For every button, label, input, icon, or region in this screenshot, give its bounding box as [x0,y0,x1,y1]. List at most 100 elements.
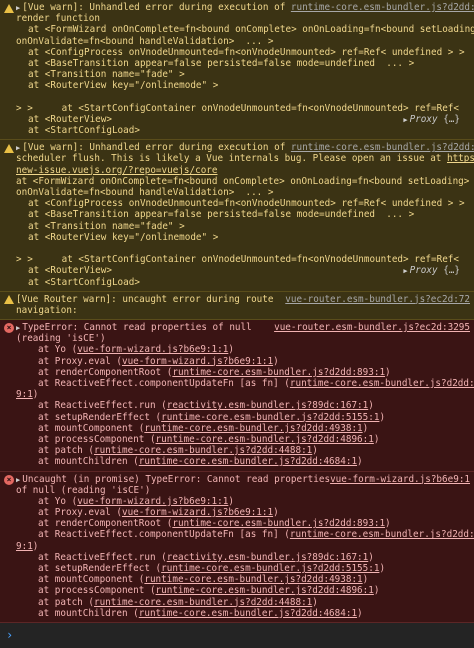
stack-frame-link[interactable]: vue-form-wizard.js?b6e9:1:1 [122,356,273,367]
stack-frame: at Proxy.eval (vue-form-wizard.js?b6e9:1… [16,507,470,518]
stack-frame: at ReactiveEffect.run (reactivity.esm-bu… [16,400,470,411]
source-link[interactable]: vue-router.esm-bundler.js?ec2d:3295 [274,322,470,333]
stack-frame-function: at mountComponent ( [38,422,145,434]
stack-frame-link[interactable]: runtime-core.esm-bundler.js?d2dd:5155:1 [161,563,379,574]
stack-frame-link[interactable]: 9:1 [16,541,33,552]
stack-frame-end: ) [312,445,318,457]
stack-frame-end: ) [357,456,363,468]
warning-message: [Vue warn]: Unhandled error during execu… [22,2,291,13]
proxy-object[interactable]: ▶ Proxy {…} [403,265,460,277]
stack-frame-link[interactable]: runtime-core.esm-bundler.js?d2dd:4488:1 [94,597,312,608]
stack-frame-end: ) [228,495,234,507]
stack-frame-end: ) [228,344,234,356]
stack-frame-end: ) [373,433,380,445]
trace-line: at <FormWizard onOnComplete=fn<bound onC… [16,175,470,187]
stack-frame: at mountComponent (runtime-core.esm-bund… [16,423,470,434]
trace-line: at <StartConfigLoad> [28,276,140,288]
stack-frame-link[interactable]: runtime-core.esm-bundler.js?d2dd:4938:1 [144,574,362,585]
stack-frame-end: ) [273,355,279,367]
trace-line: at <StartConfigLoad> [28,125,140,137]
trace-line: at <RouterView key="/onlinemode" > [28,231,219,243]
stack-frame-link[interactable]: reactivity.esm-bundler.js?89dc:167:1 [167,400,369,411]
stack-frame-link[interactable]: runtime-core.esm-bundler.js?d2dd:4938:1 [144,423,362,434]
stack-frame-end: ) [32,389,39,401]
trace-line: at <StartConfigContainer onVnodeUnmounte… [61,102,459,114]
stack-frame-link[interactable]: runtime-core.esm-bundler.js?d2dd:4684:1 [139,608,357,619]
issue-link[interactable]: https:// [447,153,474,164]
stack-frame-link[interactable]: runtime-core.esm-bundler.js?d2dd:4896:1 [156,585,374,596]
trace-line: onOnValidate=fn<bound handleValidation> … [16,35,274,47]
proxy-object[interactable]: ▶ Proxy {…} [403,114,460,126]
stack-frame-link[interactable]: reactivity.esm-bundler.js?89dc:167:1 [167,552,369,563]
console-error-entry[interactable]: × ▶ TypeError: Cannot read properties of … [0,320,474,472]
stack-frame: at processComponent (runtime-core.esm-bu… [16,585,470,596]
stack-frame-link[interactable]: runtime-core.esm-bundler.js?d2dd:5155:1 [161,412,379,423]
trace-line: at <ConfigProcess onVnodeUnmounted=fn<on… [28,198,465,210]
warning-icon [3,142,15,154]
stack-frame-function: at mountComponent ( [38,574,145,586]
stack-frame-link[interactable]: runtime-core.esm-bundler.js?d2dd:4488:1 [94,445,312,456]
issue-link[interactable]: new-issue.vuejs.org/?repo=vuejs/core [16,165,218,176]
trace-line: at <Transition name="fade" > [28,69,185,81]
stack-frame-end: ) [32,540,39,552]
stack-frame-end: ) [368,400,374,412]
stack-frame-link[interactable]: vue-form-wizard.js?b6e9:1:1 [122,507,273,518]
stack-frame-link[interactable]: runtime-core.esm-bundler.js?d2dd:4896:1 [156,434,374,445]
stack-frame-function: at Yo ( [38,495,78,507]
stack-frame: at setupRenderEffect (runtime-core.esm-b… [16,412,470,423]
stack-frame-function: at ReactiveEffect.run ( [38,551,167,563]
source-link[interactable]: runtime-core.esm-bundler.js?d2dd:38 [291,2,474,13]
warning-icon [3,294,15,306]
console-error-entry[interactable]: × ▶ Uncaught (in promise) TypeError: Cann… [0,471,474,623]
warning-message-cont: navigation: [16,304,78,316]
stack-frame-function: at mountChildren ( [38,607,139,619]
error-message-cont: (reading 'isCE') [16,333,106,345]
console-warning-entry[interactable]: ▶ [Vue warn]: Unhandled error during exec… [0,0,474,141]
stack-frame-link[interactable]: runtime-core.esm-bundler.js?d2dd:893:1 [172,518,385,529]
stack-frame: at renderComponentRoot (runtime-core.esm… [16,518,470,529]
stack-frame: 9:1) [16,389,470,400]
console-prompt[interactable]: › [0,622,474,647]
stack-frame: at Yo (vue-form-wizard.js?b6e9:1:1) [16,344,470,355]
stack-frame-function: at Yo ( [38,344,78,356]
stack-frame-function: at renderComponentRoot ( [38,518,173,530]
stack-frame-link[interactable]: vue-form-wizard.js?b6e9:1:1 [77,496,228,507]
stack-frame-end: ) [385,366,391,378]
trace-line: at <Transition name="fade" > [28,220,185,232]
stack-frame: at Proxy.eval (vue-form-wizard.js?b6e9:1… [16,356,470,367]
stack-frame-link[interactable]: runtime-core.esm-bundler.js?d2dd:502 [290,378,474,389]
stack-frame-end: ) [362,422,369,434]
warning-icon [3,2,15,14]
stack-frame: at setupRenderEffect (runtime-core.esm-b… [16,563,470,574]
stack-frame-function: at mountChildren ( [38,456,139,468]
warning-message: [Vue warn]: Unhandled error during execu… [22,142,291,154]
stack-frame-link[interactable]: runtime-core.esm-bundler.js?d2dd:502 [290,529,474,540]
warning-message: [Vue Router warn]: uncaught error during… [16,293,274,305]
stack-frame: at processComponent (runtime-core.esm-bu… [16,434,470,445]
stack-frame-link[interactable]: runtime-core.esm-bundler.js?d2dd:893:1 [172,367,385,378]
stack-frame-link[interactable]: vue-form-wizard.js?b6e9:1:1 [77,344,228,355]
stack-frame-end: ) [379,411,386,423]
proxy-value: {…} [443,113,460,125]
source-link[interactable]: vue-router.esm-bundler.js?ec2d:72 [285,294,470,305]
stack-frame-function: at ReactiveEffect.componentUpdateFn [as … [38,529,290,541]
source-link[interactable]: vue-form-wizard.js?b6e9:1 [330,474,470,485]
console-warning-entry[interactable]: ▶ [Vue warn]: Unhandled error during exec… [0,140,474,292]
stack-frame-end: ) [373,585,380,597]
console-warning-entry[interactable]: [Vue Router warn]: uncaught error during… [0,291,474,321]
trace-line: at <FormWizard onOnComplete=fn<bound onC… [28,24,474,36]
stack-frame-function: at Proxy.eval ( [38,507,122,519]
stack-frame-function: at ReactiveEffect.componentUpdateFn [as … [38,378,290,389]
stack-frame-function: at ReactiveEffect.run ( [38,400,167,412]
stack-frame-function: at processComponent ( [38,585,156,597]
stack-frame: at ReactiveEffect.componentUpdateFn [as … [16,529,474,541]
error-icon: × [3,474,15,486]
stack-frame-end: ) [312,596,318,608]
stack-frame-link[interactable]: 9:1 [16,389,33,400]
stack-frame-link[interactable]: runtime-core.esm-bundler.js?d2dd:4684:1 [139,456,357,467]
trace-line: at <RouterView> [28,265,112,277]
stack-frame-end: ) [368,551,374,563]
stack-frame: at mountComponent (runtime-core.esm-bund… [16,574,470,585]
trace-line: at <ConfigProcess onVnodeUnmounted=fn<on… [28,46,465,58]
source-link[interactable]: runtime-core.esm-bundler.js?d2dd:38 [291,142,474,153]
